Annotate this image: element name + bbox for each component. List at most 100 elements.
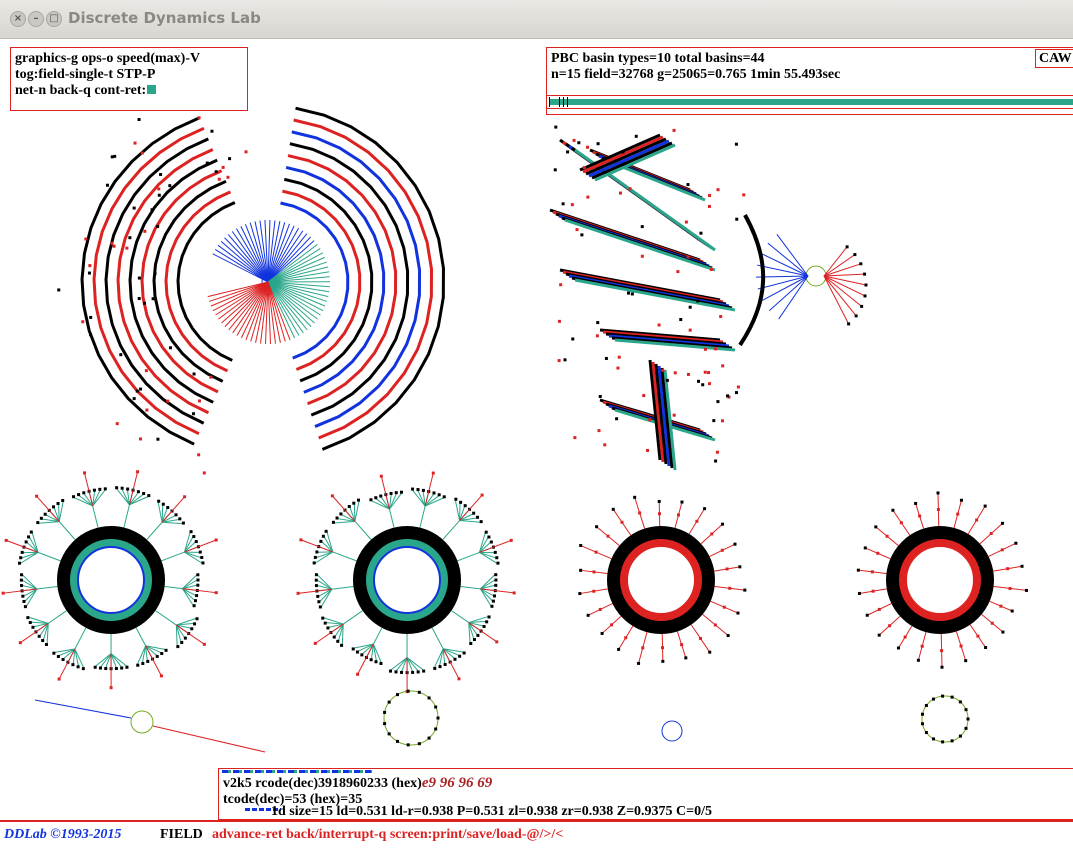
state-node [941,740,944,743]
basin-edge [59,522,75,540]
state-node [493,594,496,597]
state-node [143,302,146,305]
progress-tick [567,97,568,107]
state-node [860,305,863,308]
state-node [396,693,399,696]
state-node [666,379,669,382]
state-node [476,516,479,519]
state-node [940,666,943,669]
state-node [154,272,157,275]
state-node [432,491,435,494]
state-node [485,531,488,534]
state-node [35,495,38,498]
state-node [215,539,218,542]
state-node [422,670,425,673]
basin-trunk [740,215,763,345]
state-node [658,512,661,515]
state-node [62,658,65,661]
state-node [99,667,102,670]
state-node [495,640,498,643]
state-node [324,622,327,625]
state-node [686,183,689,186]
state-node [454,498,457,501]
basin-edge [38,552,60,560]
state-node [496,562,499,565]
state-node [113,245,116,248]
state-node [648,418,651,421]
state-node [599,608,602,611]
state-node [513,591,516,594]
state-node [168,184,171,187]
basin-inner [903,543,977,617]
state-node [959,700,962,703]
state-node [559,283,562,286]
mode-label: FIELD [160,827,203,843]
state-node [684,656,687,659]
state-node [299,538,302,541]
state-node [564,358,567,361]
state-node [621,521,624,524]
basin-edge [777,234,808,276]
state-node [121,487,124,490]
state-node [673,129,676,132]
state-node [699,637,702,640]
state-node [941,695,944,698]
basin-summary: PBC basin types=10 total basins=44 [551,51,765,66]
state-node [40,517,43,520]
attractor-cycle [78,547,144,613]
state-node [687,373,690,376]
state-node [325,530,328,533]
state-node [618,356,621,359]
basin-inner [624,543,698,617]
state-node [959,735,962,738]
state-node [579,569,582,572]
state-node [480,520,483,523]
state-node [710,268,713,271]
progress-track [546,95,1073,109]
state-node [921,645,924,648]
state-node [203,643,206,646]
state-node [864,546,867,549]
state-node [965,727,968,730]
menu-line-3[interactable]: net-n back-q cont-ret: [15,83,156,98]
state-node [699,232,702,235]
state-node [597,429,600,432]
state-node [612,508,615,511]
state-node [586,196,589,199]
state-node [146,660,149,663]
state-node [990,532,993,535]
state-node [120,667,123,670]
state-node [490,540,493,543]
caw-label[interactable]: CAW [1035,49,1073,68]
state-node [708,382,711,385]
state-node [476,634,479,637]
state-node [166,506,169,509]
state-node [631,292,634,295]
state-node [495,556,498,559]
state-node [151,208,154,211]
state-node [485,620,488,623]
attractor-cycle [131,711,153,733]
state-node [1025,589,1028,592]
state-node [721,523,724,526]
state-node [1001,522,1004,525]
state-node [88,264,91,267]
menu-line-2[interactable]: tog:field-single-t STP-P [15,67,155,82]
state-node [61,499,64,502]
state-node [483,625,486,628]
state-node [314,642,317,645]
state-node [433,667,436,670]
state-node [5,539,8,542]
state-node [586,146,589,149]
state-node [162,503,165,506]
state-node [727,634,730,637]
state-node [593,570,596,573]
state-node [417,670,420,673]
state-node [24,605,27,608]
state-node [858,592,861,595]
state-node [595,525,598,528]
state-node [400,671,403,674]
state-node [697,380,700,383]
menu-line-1[interactable]: graphics-g ops-o speed(max)-V [15,51,200,66]
state-node [621,150,624,153]
